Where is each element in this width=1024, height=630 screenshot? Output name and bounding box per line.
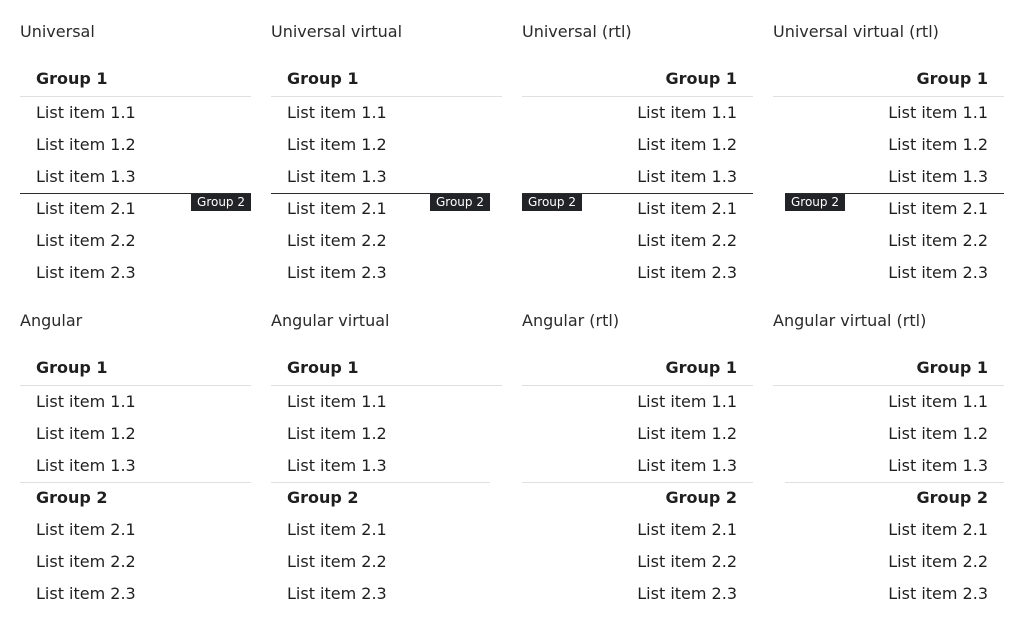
list-item[interactable]: List item 1.3 (522, 450, 753, 482)
list-item[interactable]: List item 2.3 (271, 578, 502, 610)
panel-title: Angular (rtl) (522, 311, 620, 330)
list-item[interactable]: List item 2.1 (20, 193, 251, 225)
group-header-1: Group 1 (287, 69, 359, 88)
list-item[interactable]: List item 2.1 (522, 193, 753, 225)
list-item[interactable]: List item 1.1 (522, 386, 753, 418)
list-item[interactable]: List item 2.3 (773, 257, 1004, 289)
list-item[interactable]: List item 2.3 (773, 578, 1004, 610)
list-item[interactable]: List item 1.2 (522, 129, 753, 161)
list-item[interactable]: List item 1.3 (20, 450, 251, 482)
group-header-1: Group 1 (665, 358, 737, 377)
list-item[interactable]: List item 2.3 (522, 578, 753, 610)
group-header-2: Group 2 (36, 488, 108, 507)
list-item[interactable]: List item 1.2 (773, 418, 1004, 450)
list-item[interactable]: List item 1.1 (271, 386, 502, 418)
list-item[interactable]: List item 1.3 (773, 161, 1004, 193)
list-item[interactable]: List item 1.3 (773, 450, 1004, 482)
list-item[interactable]: List item 2.2 (20, 546, 251, 578)
panel-title: Angular virtual (271, 311, 390, 330)
list-item[interactable]: List item 1.1 (773, 97, 1004, 129)
list-item[interactable]: List item 1.3 (20, 161, 251, 193)
list-item[interactable]: List item 1.3 (271, 450, 502, 482)
list-item[interactable]: List item 1.1 (522, 97, 753, 129)
list-item[interactable]: List item 1.3 (522, 161, 753, 193)
list-item[interactable]: List item 2.2 (522, 225, 753, 257)
panel-title: Universal virtual (rtl) (773, 22, 939, 41)
list-item[interactable]: List item 2.2 (773, 225, 1004, 257)
list-item[interactable]: List item 2.2 (522, 546, 753, 578)
list-item[interactable]: List item 1.3 (271, 161, 502, 193)
list-item[interactable]: List item 1.1 (20, 97, 251, 129)
list-item[interactable]: List item 2.3 (20, 578, 251, 610)
list-item[interactable]: List item 1.1 (271, 97, 502, 129)
panel-title: Universal (rtl) (522, 22, 632, 41)
list-item[interactable]: List item 1.1 (20, 386, 251, 418)
list-item[interactable]: List item 2.3 (522, 257, 753, 289)
panel-title: Universal virtual (271, 22, 403, 41)
list-item[interactable]: List item 2.2 (773, 546, 1004, 578)
panel-title: Angular (20, 311, 83, 330)
group-header-2: Group 2 (287, 488, 359, 507)
list-item[interactable]: List item 2.3 (271, 257, 502, 289)
group-header-1: Group 1 (36, 69, 108, 88)
group-header-1: Group 1 (665, 69, 737, 88)
list-item[interactable]: List item 2.1 (773, 193, 1004, 225)
list-item[interactable]: List item 2.2 (271, 225, 502, 257)
group-header-1: Group 1 (916, 358, 988, 377)
panel-title: Universal (20, 22, 95, 41)
group-header-2: Group 2 (916, 488, 988, 507)
list-item[interactable]: List item 1.2 (20, 129, 251, 161)
list-item[interactable]: List item 2.1 (271, 514, 502, 546)
list-item[interactable]: List item 1.1 (773, 386, 1004, 418)
list-item[interactable]: List item 1.2 (522, 418, 753, 450)
list-item[interactable]: List item 1.2 (20, 418, 251, 450)
list-item[interactable]: List item 1.2 (773, 129, 1004, 161)
group-header-2: Group 2 (665, 488, 737, 507)
group-header-1: Group 1 (287, 358, 359, 377)
group-header-1: Group 1 (916, 69, 988, 88)
list-item[interactable]: List item 1.2 (271, 418, 502, 450)
list-item[interactable]: List item 2.1 (271, 193, 502, 225)
list-item[interactable]: List item 2.2 (20, 225, 251, 257)
list-item[interactable]: List item 2.3 (20, 257, 251, 289)
list-item[interactable]: List item 2.1 (773, 514, 1004, 546)
panel-title: Angular virtual (rtl) (773, 311, 927, 330)
list-item[interactable]: List item 2.2 (271, 546, 502, 578)
group-header-1: Group 1 (36, 358, 108, 377)
list-item[interactable]: List item 2.1 (20, 514, 251, 546)
list-item[interactable]: List item 1.2 (271, 129, 502, 161)
list-item[interactable]: List item 2.1 (522, 514, 753, 546)
